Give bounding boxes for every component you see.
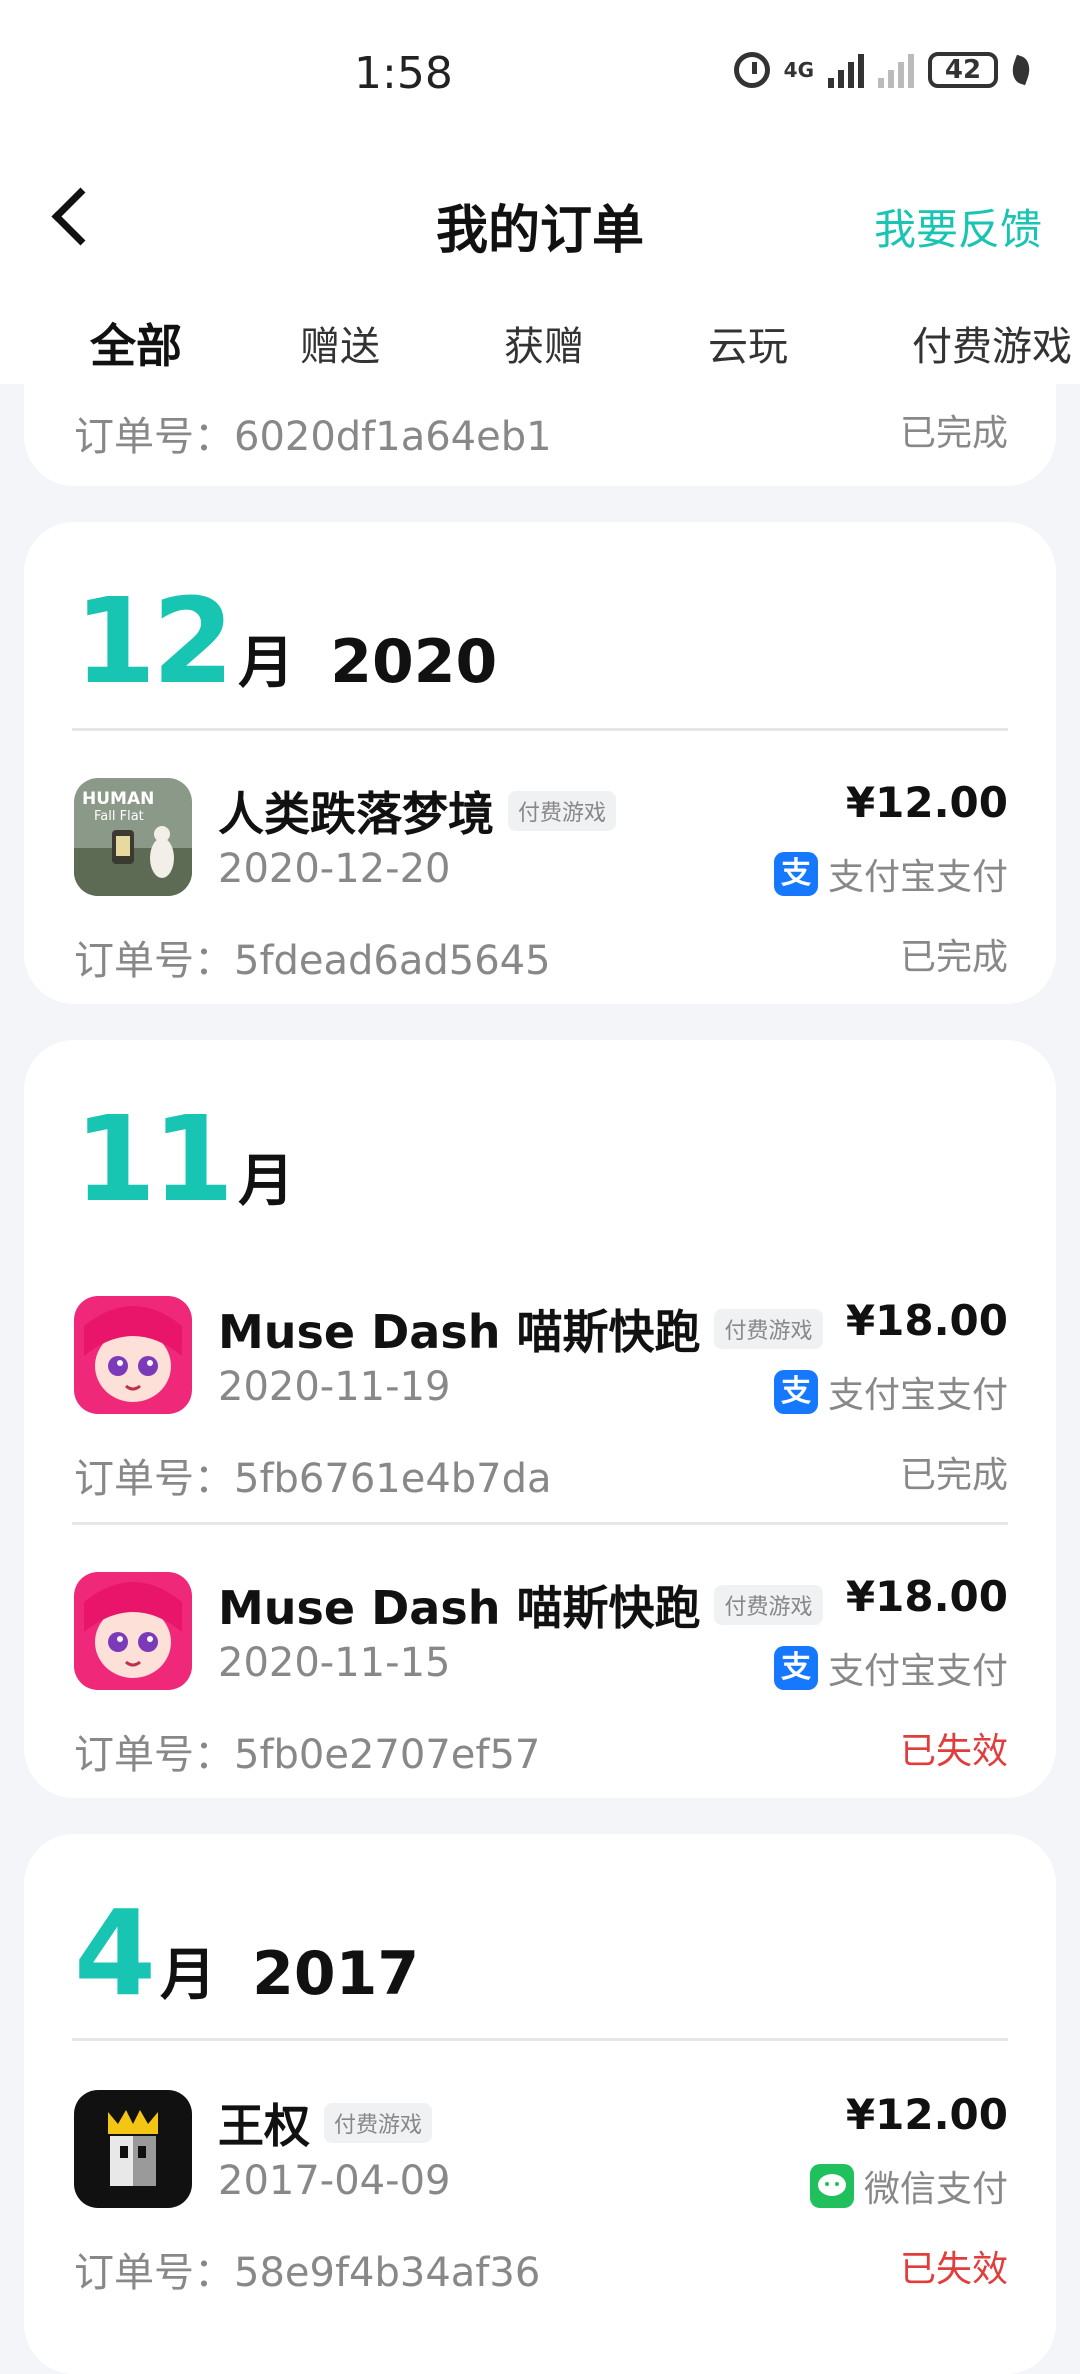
divider [72, 2038, 1008, 2041]
game-icon-muse-dash [74, 1296, 192, 1414]
order-status: 已失效 [899, 1731, 1008, 1772]
payment-method-label: 支付宝支付 [827, 857, 1008, 898]
paid-game-tag: 付费游戏 [324, 2103, 433, 2143]
month-label: 月 [238, 631, 295, 696]
payment-method: 微信支付 [809, 2160, 1008, 2212]
month-number: 12 [74, 572, 234, 710]
order-tabs: 全部 赠送 获赠 云玩 付费游戏 [0, 314, 1080, 374]
divider [72, 1522, 1008, 1525]
order-number: 订单号：6020df1a64eb1 [74, 414, 552, 460]
payment-method: 支 支付宝支付 [773, 1366, 1008, 1418]
month-group-11: 11 月 Muse Dash 喵斯快跑 付费游戏 2020-11-19 ¥18.… [24, 1040, 1056, 1798]
power-saving-icon [1008, 54, 1034, 86]
order-status: 已失效 [899, 2249, 1008, 2290]
order-number: 订单号：5fb0e2707ef57 [74, 1732, 541, 1778]
month-number: 11 [74, 1090, 234, 1228]
wechat-pay-icon [809, 2164, 854, 2208]
order-date: 2017-04-09 [218, 2158, 451, 2204]
game-name: Muse Dash 喵斯快跑 [218, 1305, 701, 1359]
signal-icon [828, 52, 864, 88]
order-number: 订单号：5fdead6ad5645 [74, 938, 551, 984]
order-date: 2020-11-15 [218, 1640, 451, 1686]
status-icons: 4G 42 [733, 52, 1034, 88]
order-status: 已完成 [899, 413, 1008, 454]
order-price: ¥18.00 [845, 1296, 1008, 1345]
paid-game-tag: 付费游戏 [508, 791, 617, 831]
payment-method: 支 支付宝支付 [773, 1642, 1008, 1694]
svg-text:HUMAN: HUMAN [82, 789, 154, 809]
order-status: 已完成 [899, 1455, 1008, 1496]
order-number: 订单号：58e9f4b34af36 [74, 2250, 541, 2296]
order-item[interactable]: 王权 付费游戏 2017-04-09 ¥12.00 微信支付 订单号：58e9f… [24, 2090, 1056, 2310]
order-date: 2020-12-20 [218, 846, 451, 892]
month-header: 12 月 2020 [74, 582, 497, 700]
order-title: 人类跌落梦境 付费游戏 [218, 778, 617, 844]
paid-game-tag: 付费游戏 [714, 1585, 823, 1625]
month-group-2020-12: 12 月 2020 HUMAN Fall Flat 人类跌落梦境 付费游戏 20… [24, 522, 1056, 1004]
month-header: 4 月 2017 [74, 1894, 419, 2012]
order-status: 已完成 [899, 937, 1008, 978]
alipay-icon: 支 [773, 1370, 818, 1414]
game-name: 人类跌落梦境 [218, 787, 494, 841]
year-label: 2017 [252, 1939, 420, 2009]
game-icon-reigns [74, 2090, 192, 2208]
order-date: 2020-11-19 [218, 1364, 451, 1410]
tab-gift-sent[interactable]: 赠送 [300, 314, 380, 372]
order-price: ¥12.00 [845, 2090, 1008, 2139]
order-item[interactable]: Muse Dash 喵斯快跑 付费游戏 2020-11-15 ¥18.00 支 … [24, 1572, 1056, 1792]
feedback-button[interactable]: 我要反馈 [874, 196, 1042, 257]
order-title: Muse Dash 喵斯快跑 付费游戏 [218, 1572, 823, 1638]
alipay-icon: 支 [773, 1646, 818, 1690]
alarm-icon [733, 52, 770, 88]
signal-no-service-icon [878, 52, 914, 88]
payment-method-label: 支付宝支付 [827, 1651, 1008, 1692]
network-type: 4G [783, 58, 814, 82]
payment-method: 支 支付宝支付 [773, 848, 1008, 900]
month-number: 4 [74, 1884, 156, 2022]
status-time: 1:58 [354, 48, 453, 99]
divider [72, 728, 1008, 731]
order-number: 订单号：5fb6761e4b7da [74, 1456, 552, 1502]
tab-paid-games[interactable]: 付费游戏 [912, 314, 1072, 372]
month-label: 月 [238, 1149, 295, 1214]
svg-text:Fall Flat: Fall Flat [94, 809, 144, 824]
order-title: 王权 付费游戏 [218, 2090, 433, 2156]
alipay-icon: 支 [773, 852, 818, 896]
game-icon-muse-dash [74, 1572, 192, 1690]
tab-gift-received[interactable]: 获赠 [504, 314, 584, 372]
tab-cloud-play[interactable]: 云玩 [708, 314, 788, 372]
year-label: 2020 [330, 627, 498, 697]
top-bar: 1:58 4G 42 我的订单 我要反馈 全部 赠送 获赠 云玩 付费游戏 [0, 0, 1080, 384]
order-price: ¥18.00 [845, 1572, 1008, 1621]
month-group-2017-04: 4 月 2017 王权 付费游戏 2017-04-09 ¥12.00 微信支付 [24, 1834, 1056, 2374]
order-price: ¥12.00 [845, 778, 1008, 827]
order-item[interactable]: Muse Dash 喵斯快跑 付费游戏 2020-11-19 ¥18.00 支 … [24, 1296, 1056, 1516]
order-item[interactable]: HUMAN Fall Flat 人类跌落梦境 付费游戏 2020-12-20 ¥… [24, 778, 1056, 998]
order-title: Muse Dash 喵斯快跑 付费游戏 [218, 1296, 823, 1362]
tab-all[interactable]: 全部 [90, 310, 182, 376]
month-label: 月 [160, 1943, 217, 2008]
payment-method-label: 微信支付 [863, 2169, 1008, 2210]
battery-icon: 42 [928, 52, 998, 88]
paid-game-tag: 付费游戏 [714, 1309, 823, 1349]
game-name: 王权 [218, 2099, 310, 2153]
game-name: Muse Dash 喵斯快跑 [218, 1581, 701, 1635]
payment-method-label: 支付宝支付 [827, 1375, 1008, 1416]
month-header: 11 月 [74, 1100, 330, 1218]
game-icon-human-fall-flat: HUMAN Fall Flat [74, 778, 192, 896]
